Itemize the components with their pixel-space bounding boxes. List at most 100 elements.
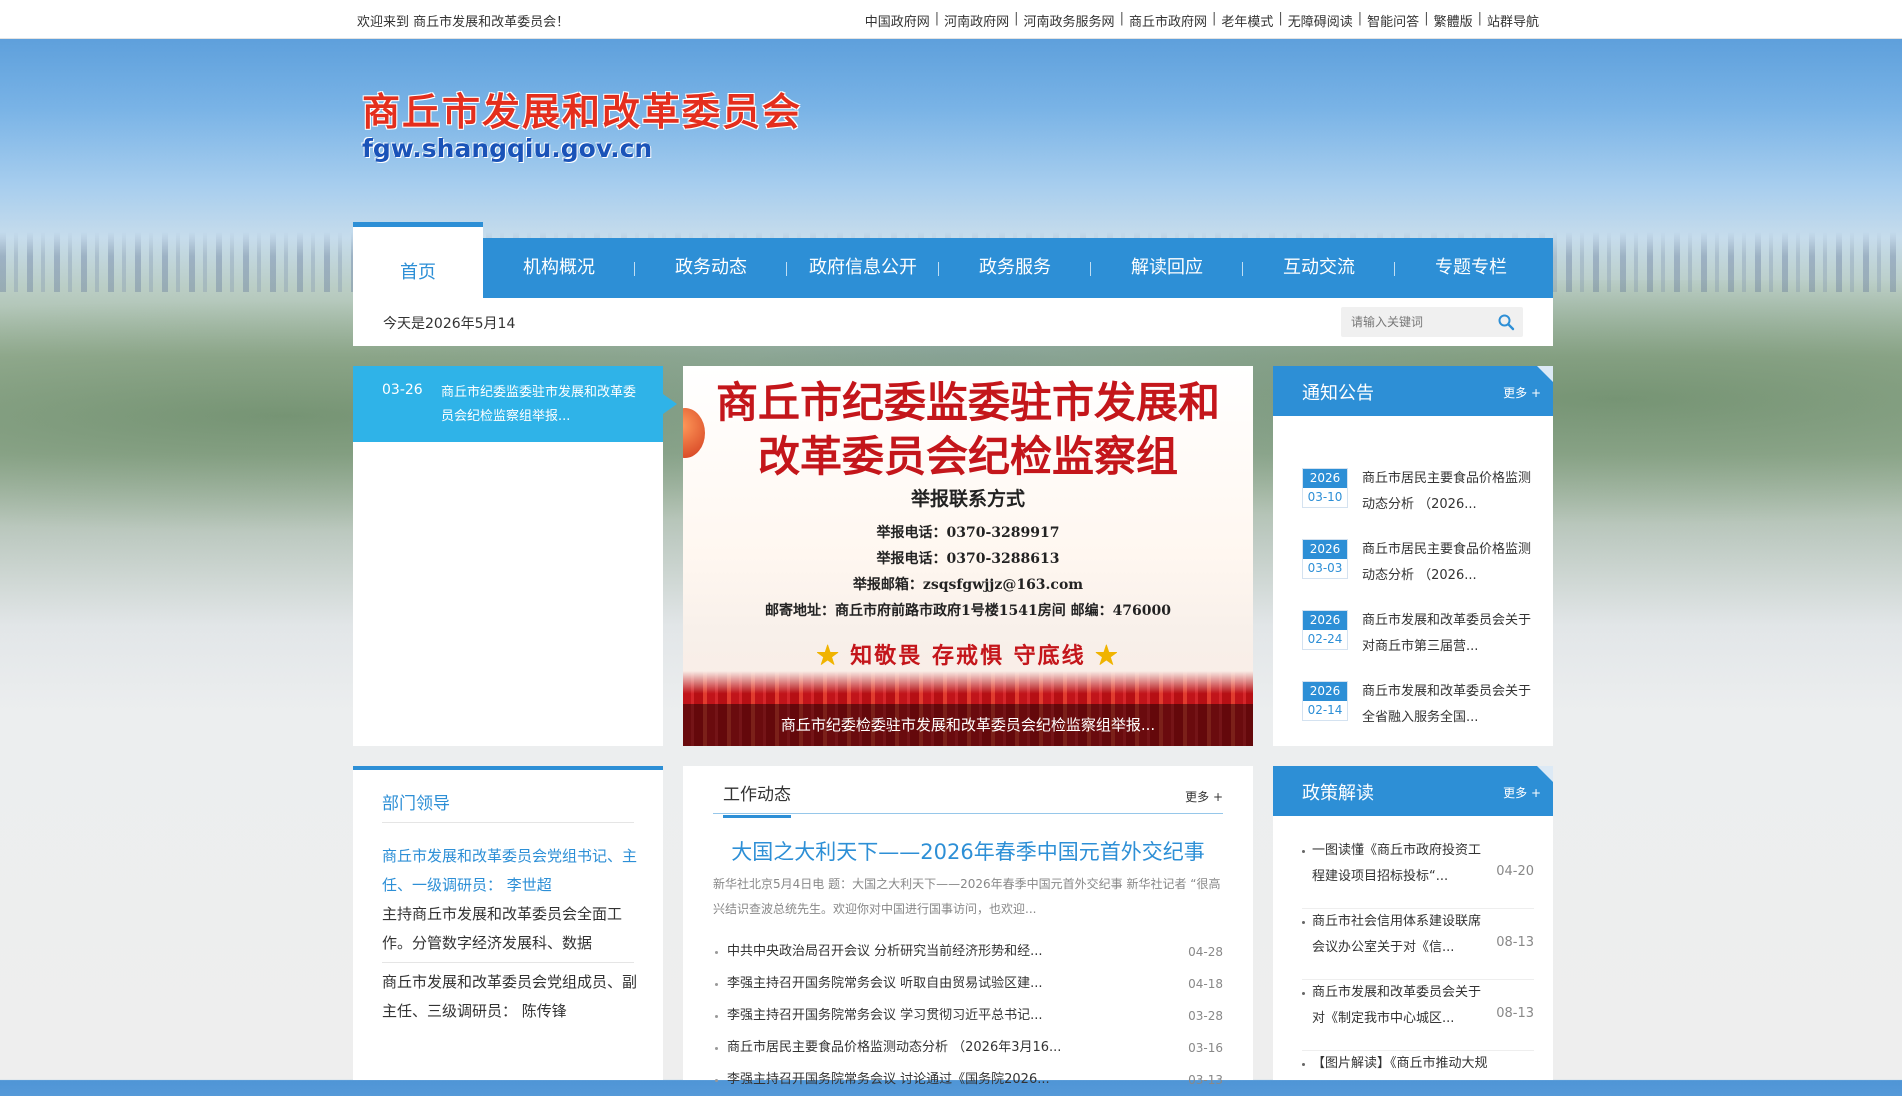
notice-header: 通知公告 更多 + — [1273, 366, 1553, 416]
link-henan-gov[interactable]: 河南政府网 — [939, 11, 1014, 30]
link-accessibility[interactable]: 无障碍阅读 — [1283, 11, 1358, 30]
link-elder-mode[interactable]: 老年模式 — [1216, 11, 1278, 30]
notice-panel: 通知公告 更多 + 2026 03-10 商丘市居民主要食品价格监测动态分析 （… — [1273, 366, 1553, 746]
notice-item-title[interactable]: 商丘市发展和改革委员会关于对商丘市第三届营... — [1362, 608, 1534, 660]
link-site-nav[interactable]: 站群导航 — [1482, 11, 1544, 30]
bullet-icon — [715, 951, 718, 954]
date-year: 2026 — [1303, 611, 1347, 630]
date-year: 2026 — [1303, 540, 1347, 559]
policy-item-title[interactable]: 一图读懂《商丘市政府投资工程建设项目招标投标“... — [1312, 838, 1492, 890]
list-item-date: 03-16 — [1188, 1041, 1223, 1055]
link-smart-qa[interactable]: 智能问答 — [1362, 11, 1424, 30]
slider-news-list: 03-26 商丘市纪委监委驻市发展和改革委员会纪检监察组举报... — [353, 366, 677, 746]
notice-item-title[interactable]: 商丘市居民主要食品价格监测动态分析 （2026... — [1362, 466, 1534, 518]
link-china-gov[interactable]: 中国政府网 — [860, 11, 935, 30]
nav-topics[interactable]: 专题专栏 — [1395, 238, 1547, 298]
date-year: 2026 — [1303, 682, 1347, 701]
list-item-title[interactable]: 中共中央政治局召开会议 分析研究当前经济形势和经... — [727, 936, 1043, 968]
policy-item-date: 08-13 — [1496, 935, 1534, 950]
notice-item[interactable]: 2026 03-10 商丘市居民主要食品价格监测动态分析 （2026... — [1302, 466, 1534, 537]
leader-name[interactable]: 李世超 — [507, 876, 552, 894]
banner-title-line2: 改革委员会纪检监察组 — [757, 432, 1178, 481]
divider — [382, 822, 634, 823]
date-day: 02-14 — [1307, 703, 1343, 717]
list-item-title[interactable]: 李强主持召开国务院常务会议 讨论通过《国务院2026... — [727, 1064, 1050, 1096]
banner-caption[interactable]: 商丘市纪委检委驻市发展和改革委员会纪检监察组举报... — [683, 704, 1253, 746]
slogan-3: 守底线 — [1013, 643, 1086, 669]
bullet-icon — [715, 1015, 718, 1018]
star-icon: ★ — [1095, 643, 1120, 669]
site-logo[interactable]: 商丘市发展和改革委员会 fgw.shangqiu.gov.cn — [362, 90, 802, 164]
search-icon[interactable] — [1497, 313, 1515, 331]
list-item-title[interactable]: 李强主持召开国务院常务会议 听取自由贸易试验区建... — [727, 968, 1043, 1000]
search-input[interactable] — [1341, 307, 1501, 337]
work-more-link[interactable]: 更多 + — [1185, 788, 1223, 805]
notice-item[interactable]: 2026 03-03 商丘市居民主要食品价格监测动态分析 （2026... — [1302, 537, 1534, 608]
policy-item[interactable]: 商丘市发展和改革委员会关于对《制定我市中心城区... 08-13 — [1302, 980, 1534, 1051]
leader-entry: 商丘市发展和改革委员会党组成员、副主任、三级调研员： 陈传锋 — [382, 968, 637, 1026]
list-item[interactable]: 商丘市居民主要食品价格监测动态分析 （2026年3月16... 03-16 — [713, 1032, 1223, 1064]
slider-news-item-active[interactable]: 03-26 商丘市纪委监委驻市发展和改革委员会纪检监察组举报... — [353, 366, 677, 442]
policy-item-title[interactable]: 商丘市发展和改革委员会关于对《制定我市中心城区... — [1312, 980, 1492, 1032]
nav-interpretation[interactable]: 解读回应 — [1091, 238, 1243, 298]
policy-item[interactable]: 【图片解读】《商丘市推动大规模 — [1302, 1051, 1534, 1080]
bullet-icon — [1302, 921, 1305, 924]
link-traditional[interactable]: 繁體版 — [1429, 11, 1478, 30]
notice-list: 2026 03-10 商丘市居民主要食品价格监测动态分析 （2026... 20… — [1302, 466, 1534, 750]
policy-item-date: 04-20 — [1496, 864, 1534, 879]
link-henan-service[interactable]: 河南政务服务网 — [1019, 11, 1120, 30]
banner-slogan: ★ 知敬畏 存戒惧 守底线 ★ — [683, 638, 1253, 670]
search-box — [1341, 307, 1523, 337]
leader-name[interactable]: 陈传锋 — [522, 1002, 567, 1020]
list-item[interactable]: 李强主持召开国务院常务会议 学习贯彻习近平总书记... 03-28 — [713, 1000, 1223, 1032]
policy-panel: 政策解读 更多 + 一图读懂《商丘市政府投资工程建设项目招标投标“... 04-… — [1273, 766, 1553, 1080]
notice-item[interactable]: 2026 02-24 商丘市发展和改革委员会关于对商丘市第三届营... — [1302, 608, 1534, 679]
date-badge: 2026 03-03 — [1302, 539, 1348, 579]
leader-title[interactable]: 商丘市发展和改革委员会党组成员、副主任、三级调研员： — [382, 973, 637, 1020]
notice-title: 通知公告 — [1302, 383, 1374, 404]
leaders-title: 部门领导 — [382, 794, 450, 814]
nav-info-disclosure[interactable]: 政府信息公开 — [787, 238, 939, 298]
banner-title: 商丘市纪委监委驻市发展和 改革委员会纪检监察组 — [683, 376, 1253, 484]
list-item[interactable]: 李强主持召开国务院常务会议 讨论通过《国务院2026... 03-13 — [713, 1064, 1223, 1096]
policy-more-link[interactable]: 更多 + — [1503, 784, 1541, 801]
top-bar: 欢迎来到 商丘市发展和改革委员会！ 中国政府网 | 河南政府网 | 河南政务服务网 |… — [0, 0, 1902, 39]
nav-services[interactable]: 政务服务 — [939, 238, 1091, 298]
notice-item-title[interactable]: 商丘市居民主要食品价格监测动态分析 （2026... — [1362, 537, 1534, 589]
work-news-list: 中共中央政治局召开会议 分析研究当前经济形势和经... 04-28 李强主持召开… — [713, 936, 1223, 1096]
date-year: 2026 — [1303, 469, 1347, 488]
nav-home[interactable]: 首页 — [353, 222, 483, 298]
policy-item-title[interactable]: 商丘市社会信用体系建设联席会议办公室关于对《信... — [1312, 909, 1492, 961]
bullet-icon — [1302, 850, 1305, 853]
top-links: 中国政府网 | 河南政府网 | 河南政务服务网 | 商丘市政府网 | 老年模式 | 无障碍… — [860, 11, 1544, 30]
date-day: 02-24 — [1307, 632, 1343, 646]
notice-item-title[interactable]: 商丘市发展和改革委员会关于全省融入服务全国... — [1362, 679, 1534, 731]
date-badge: 2026 02-24 — [1302, 610, 1348, 650]
main-nav: 首页 机构概况 政务动态 政府信息公开 政务服务 解读回应 互动交流 专题专栏 — [353, 222, 1553, 298]
nav-about[interactable]: 机构概况 — [483, 238, 635, 298]
list-item-title[interactable]: 李强主持召开国务院常务会议 学习贯彻习近平总书记... — [727, 1000, 1043, 1032]
link-shangqiu-gov[interactable]: 商丘市政府网 — [1124, 11, 1212, 30]
welcome-text: 欢迎来到 商丘市发展和改革委员会！ — [357, 15, 570, 30]
banner-title-line1: 商丘市纪委监委驻市发展和 — [715, 378, 1220, 427]
info-bar: 今天是2026年5月14 — [353, 298, 1553, 346]
list-item-date: 04-28 — [1188, 945, 1223, 959]
leader-duty: 主持商丘市发展和改革委员会全面工作。分管数字经济发展科、数据 — [382, 905, 623, 952]
policy-header: 政策解读 更多 + — [1273, 766, 1553, 816]
policy-item[interactable]: 一图读懂《商丘市政府投资工程建设项目招标投标“... 04-20 — [1302, 838, 1534, 909]
list-item[interactable]: 中共中央政治局召开会议 分析研究当前经济形势和经... 04-28 — [713, 936, 1223, 968]
banner-slide[interactable]: 商丘市纪委监委驻市发展和 改革委员会纪检监察组 举报联系方式 举报电话：0370… — [683, 366, 1253, 746]
nav-news[interactable]: 政务动态 — [635, 238, 787, 298]
policy-item-title[interactable]: 【图片解读】《商丘市推动大规模 — [1312, 1051, 1492, 1080]
corner-fold-decoration — [1537, 366, 1553, 382]
notice-item[interactable]: 2026 02-14 商丘市发展和改革委员会关于全省融入服务全国... — [1302, 679, 1534, 750]
notice-more-link[interactable]: 更多 + — [1503, 384, 1541, 401]
list-item[interactable]: 李强主持召开国务院常务会议 听取自由贸易试验区建... 04-18 — [713, 968, 1223, 1000]
list-item-title[interactable]: 商丘市居民主要食品价格监测动态分析 （2026年3月16... — [727, 1032, 1061, 1064]
headline-link[interactable]: 大国之大利天下——2026年春季中国元首外交纪事 — [683, 836, 1253, 866]
leader-entry: 商丘市发展和改革委员会党组书记、主任、一级调研员： 李世超 主持商丘市发展和改革… — [382, 842, 637, 958]
banner-address: 邮寄地址：商丘市府前路市政府1号楼1541房间 邮编：476000 — [764, 603, 1172, 619]
policy-item[interactable]: 商丘市社会信用体系建设联席会议办公室关于对《信... 08-13 — [1302, 909, 1534, 980]
nav-interaction[interactable]: 互动交流 — [1243, 238, 1395, 298]
slogan-2: 存戒惧 — [931, 643, 1004, 669]
